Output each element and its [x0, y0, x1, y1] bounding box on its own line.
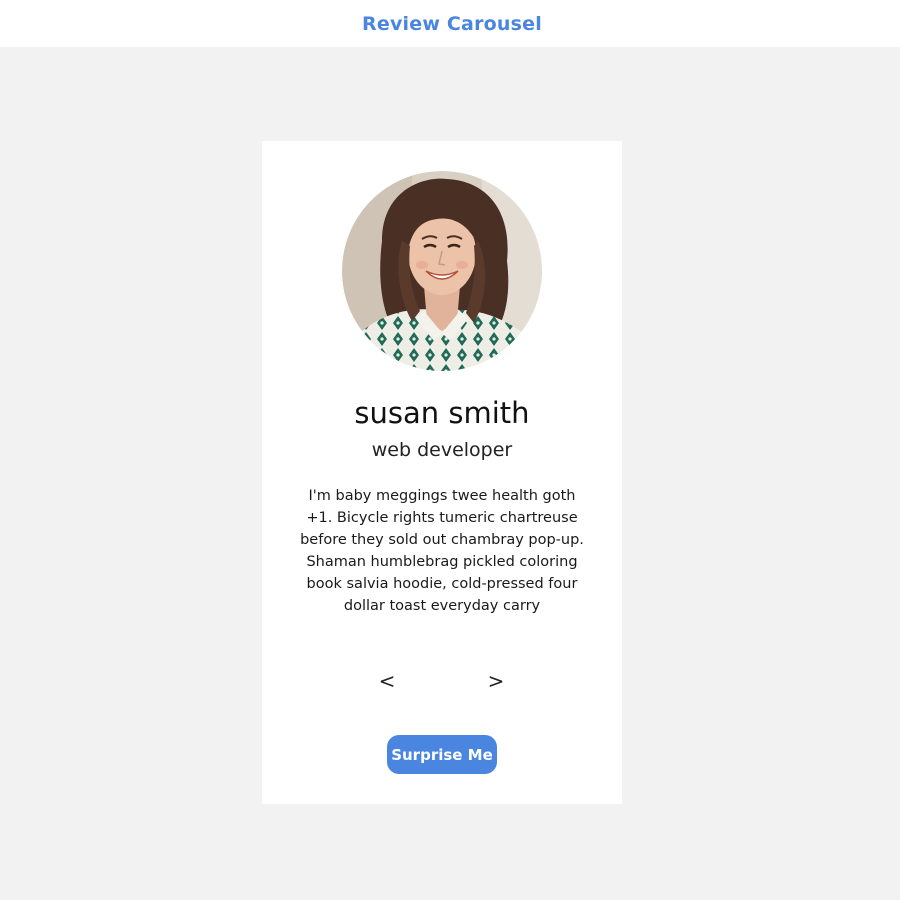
person-name: susan smith	[354, 396, 530, 430]
surprise-me-button[interactable]: Surprise Me	[387, 735, 497, 774]
app-title: Review Carousel	[362, 12, 542, 35]
review-card: susan smith web developer I'm baby meggi…	[262, 141, 622, 804]
top-bar: Review Carousel	[0, 0, 900, 47]
next-button[interactable]: >	[484, 666, 508, 696]
avatar	[342, 171, 542, 371]
person-job: web developer	[371, 439, 513, 461]
carousel-nav: < >	[262, 666, 622, 696]
prev-button[interactable]: <	[375, 666, 399, 696]
review-text: I'm baby meggings twee health goth +1. B…	[300, 488, 584, 614]
